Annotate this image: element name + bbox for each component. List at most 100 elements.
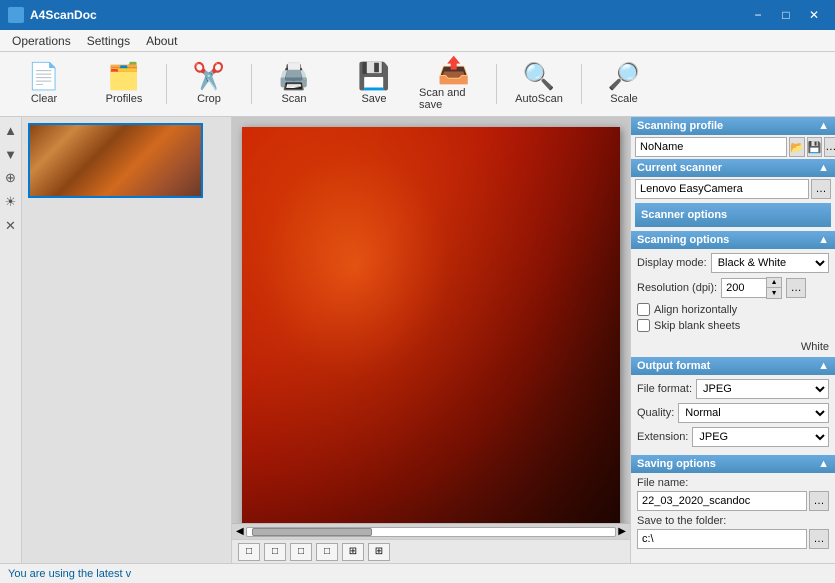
window-controls: − □ ✕ [745, 5, 827, 25]
scanning-profile-input[interactable] [635, 137, 787, 157]
skip-blank-sheets-checkbox[interactable] [637, 319, 650, 332]
thumbnail-image [30, 125, 201, 196]
thumbnail-item[interactable] [28, 123, 203, 198]
canvas-scroll[interactable] [232, 117, 630, 523]
save-folder-input-row: … [637, 529, 829, 549]
scanning-profile-row: 📂 💾 … [631, 135, 835, 159]
white-label-container: White [631, 339, 835, 357]
footer-btn-1[interactable]: □ [238, 543, 260, 561]
scroll-left-btn[interactable]: ◀ [236, 526, 244, 537]
sidebar-brightness-icon[interactable]: ☀ [2, 193, 20, 211]
output-format-body: File format: JPEG PNG TIFF PDF Quality: … [631, 375, 835, 455]
statusbar: You are using the latest v [0, 563, 835, 583]
resolution-more-icon[interactable]: … [786, 278, 806, 298]
left-sidebar: ▲ ▼ ⊕ ☀ ✕ [0, 117, 22, 563]
clear-label: Clear [31, 93, 57, 105]
file-name-more-icon[interactable]: … [809, 491, 829, 511]
menu-operations[interactable]: Operations [4, 32, 79, 50]
scanning-options-expand-icon[interactable]: ▲ [818, 234, 829, 246]
scanner-row: Lenovo EasyCamera … [631, 177, 835, 201]
file-name-input-row: … [637, 491, 829, 511]
footer-btn-3[interactable]: □ [290, 543, 312, 561]
close-button[interactable]: ✕ [801, 5, 827, 25]
toolbar-separator-4 [581, 64, 582, 104]
scanner-options-button[interactable]: Scanner options [635, 203, 831, 227]
save-button[interactable]: 💾 Save [334, 55, 414, 113]
main-content: ▲ ▼ ⊕ ☀ ✕ ◀ ▶ □ □ □ □ ⊞ ⊞ [0, 117, 835, 563]
align-horizontally-checkbox[interactable] [637, 303, 650, 316]
crop-label: Crop [197, 93, 221, 105]
footer-btn-6[interactable]: ⊞ [368, 543, 390, 561]
sidebar-close-icon[interactable]: ✕ [2, 217, 20, 235]
app-title: A4ScanDoc [30, 8, 745, 22]
profiles-label: Profiles [106, 93, 143, 105]
current-scanner-expand-icon[interactable]: ▲ [818, 162, 829, 174]
scanning-profile-expand-icon[interactable]: ▲ [818, 120, 829, 132]
scan-label: Scan [281, 93, 306, 105]
maximize-button[interactable]: □ [773, 5, 799, 25]
sidebar-add-icon[interactable]: ⊕ [2, 169, 20, 187]
file-name-row: File name: … [637, 477, 829, 511]
toolbar-separator-2 [251, 64, 252, 104]
autoscan-button[interactable]: 🔍 AutoScan [499, 55, 579, 113]
scanner-label: Lenovo EasyCamera [635, 179, 809, 199]
scanning-options-header: Scanning options ▲ [631, 231, 835, 249]
canvas-footer: □ □ □ □ ⊞ ⊞ [232, 539, 630, 563]
quality-row: Quality: Low Normal High Best [637, 403, 829, 423]
profile-load-icon[interactable]: 📂 [789, 137, 805, 157]
menu-about[interactable]: About [138, 32, 185, 50]
menu-settings[interactable]: Settings [79, 32, 138, 50]
scroll-right-btn[interactable]: ▶ [618, 526, 626, 537]
saving-options-body: File name: … Save to the folder: … [631, 473, 835, 557]
scrollbar-track[interactable] [246, 527, 617, 537]
output-format-expand-icon[interactable]: ▲ [818, 360, 829, 372]
titlebar: A4ScanDoc − □ ✕ [0, 0, 835, 30]
scanning-options-title: Scanning options [637, 234, 729, 246]
crop-button[interactable]: ✂️ Crop [169, 55, 249, 113]
skip-blank-sheets-row: Skip blank sheets [637, 319, 829, 332]
skip-blank-sheets-label: Skip blank sheets [654, 320, 740, 332]
scan-button[interactable]: 🖨️ Scan [254, 55, 334, 113]
profiles-icon: 🗂️ [108, 63, 140, 89]
resolution-spinner-btns: ▲ ▼ [766, 277, 782, 299]
file-name-label: File name: [637, 477, 829, 489]
minimize-button[interactable]: − [745, 5, 771, 25]
scanning-options-body: Display mode: Black & White Grayscale Co… [631, 249, 835, 339]
save-icon: 💾 [358, 63, 390, 89]
save-folder-browse-icon[interactable]: … [809, 529, 829, 549]
scanner-more-icon[interactable]: … [811, 179, 831, 199]
quality-select[interactable]: Low Normal High Best [678, 403, 829, 423]
sidebar-up-icon[interactable]: ▲ [2, 121, 20, 139]
footer-btn-2[interactable]: □ [264, 543, 286, 561]
resolution-label: Resolution (dpi): [637, 282, 717, 294]
display-mode-select[interactable]: Black & White Grayscale Color [711, 253, 829, 273]
resolution-input[interactable] [721, 278, 766, 298]
file-name-input[interactable] [637, 491, 807, 511]
extension-select[interactable]: JPEG JPG PNG TIFF [692, 427, 829, 447]
profile-save-icon[interactable]: 💾 [807, 137, 823, 157]
resolution-down-btn[interactable]: ▼ [767, 288, 781, 298]
toolbar-separator-1 [166, 64, 167, 104]
footer-btn-5[interactable]: ⊞ [342, 543, 364, 561]
right-panel: Scanning profile ▲ 📂 💾 … Current scanner… [630, 117, 835, 563]
current-scanner-title: Current scanner [637, 162, 722, 174]
saving-options-header: Saving options ▲ [631, 455, 835, 473]
resolution-spinner: ▲ ▼ [721, 277, 782, 299]
scale-button[interactable]: 🔎 Scale [584, 55, 664, 113]
saving-options-title: Saving options [637, 458, 716, 470]
horizontal-scrollbar[interactable]: ◀ ▶ [232, 523, 630, 539]
file-format-select[interactable]: JPEG PNG TIFF PDF [696, 379, 829, 399]
scan-and-save-button[interactable]: 📤 Scan and save [414, 55, 494, 113]
save-folder-input[interactable] [637, 529, 807, 549]
sidebar-down-icon[interactable]: ▼ [2, 145, 20, 163]
autoscan-label: AutoScan [515, 93, 563, 105]
resolution-up-btn[interactable]: ▲ [767, 278, 781, 288]
saving-options-expand-icon[interactable]: ▲ [818, 458, 829, 470]
main-image[interactable] [242, 127, 620, 523]
profiles-button[interactable]: 🗂️ Profiles [84, 55, 164, 113]
profile-more-icon[interactable]: … [824, 137, 835, 157]
save-folder-row: Save to the folder: … [637, 515, 829, 549]
clear-button[interactable]: 📄 Clear [4, 55, 84, 113]
footer-btn-4[interactable]: □ [316, 543, 338, 561]
scrollbar-thumb[interactable] [252, 528, 372, 536]
